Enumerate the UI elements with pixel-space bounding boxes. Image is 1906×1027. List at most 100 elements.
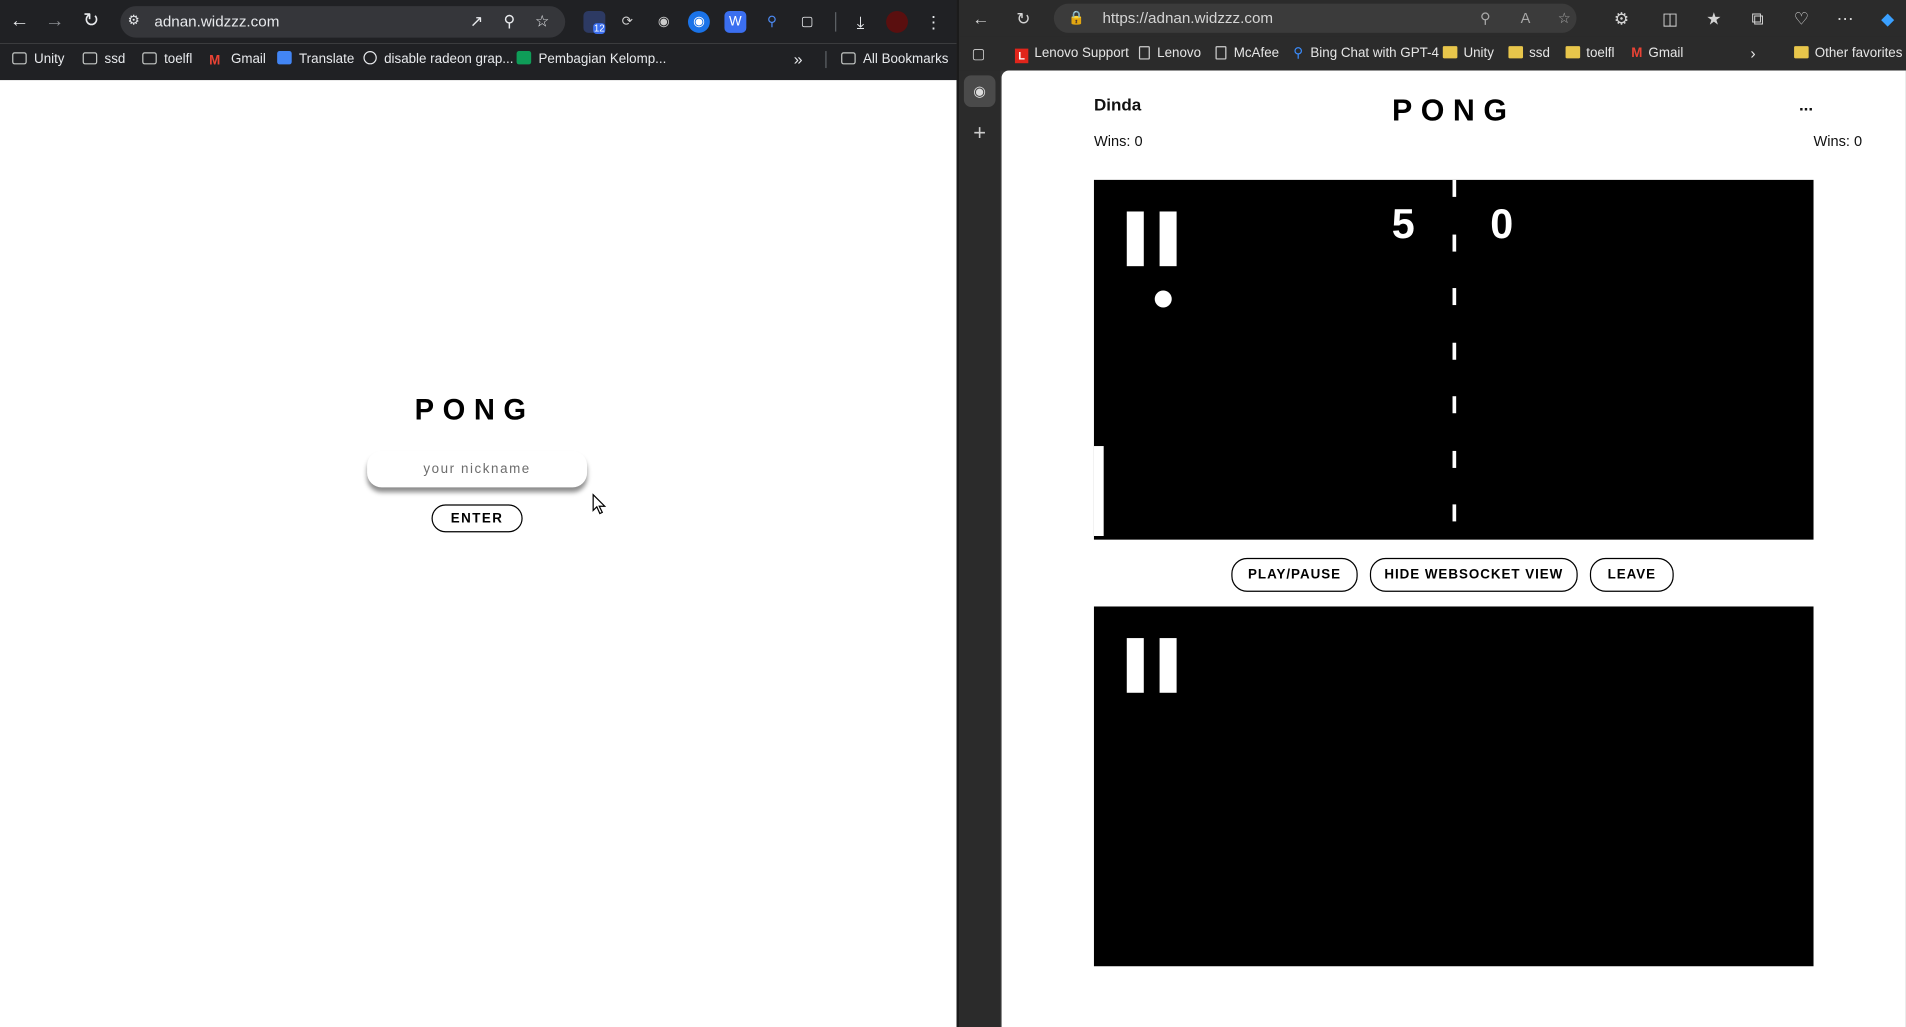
edge-address-bar[interactable]: 🔒 https://adnan.widzzz.com ⚲ A ☆	[1053, 3, 1577, 33]
gmail-icon: M	[1631, 46, 1643, 61]
bookmark-label: Lenovo Support	[1034, 46, 1129, 61]
download-icon[interactable]: ⤓	[850, 11, 872, 33]
bookmark-label: Pembagian Kelomp...	[538, 52, 667, 67]
zoom-icon[interactable]: ⚲	[498, 11, 520, 33]
all-bookmarks-label: All Bookmarks	[863, 52, 949, 67]
browser-essentials-icon[interactable]: ♡	[1789, 6, 1813, 30]
copilot-icon[interactable]: ◆	[1876, 6, 1900, 30]
play-pause-button[interactable]: PLAY/PAUSE	[1231, 557, 1358, 592]
extension-translate-icon[interactable]: W	[724, 10, 747, 33]
extension-calendar-icon[interactable]: 12	[583, 10, 606, 35]
hide-websocket-view-button[interactable]: HIDE WEBSOCKET VIEW	[1369, 557, 1578, 592]
camera-icon[interactable]: ◉	[653, 11, 675, 33]
favorite-star-icon[interactable]: ☆	[1553, 7, 1575, 29]
page-icon	[1138, 46, 1150, 60]
net-dash	[1452, 234, 1457, 252]
websocket-view-canvas	[1093, 606, 1814, 967]
bookmark-label: Gmail	[1648, 46, 1684, 61]
settings-more-icon[interactable]: ⋯	[1833, 6, 1857, 30]
screen: ← → ↻ ⚙ adnan.widzzz.com ↗ ⚲ ☆ 12 ⟳ ◉ ◉ …	[0, 0, 1906, 1027]
extension-blue-icon[interactable]: ◉	[687, 10, 710, 33]
bookmark-lenovo-support[interactable]: L Lenovo Support	[1014, 44, 1129, 64]
other-favorites-label: Other favorites	[1814, 46, 1903, 61]
extension-tool-icon[interactable]: ⟳	[616, 11, 638, 33]
bookmarks-divider	[825, 51, 827, 69]
game-canvas[interactable]: 5 0	[1093, 179, 1814, 540]
sheets-icon	[516, 51, 532, 65]
site-info-icon[interactable]: ⚙	[128, 12, 145, 29]
bookmark-gmail[interactable]: M Gmail	[209, 50, 266, 69]
bookmark-gmail[interactable]: M Gmail	[1631, 44, 1683, 63]
extension-search-icon[interactable]: ⚲	[761, 11, 783, 33]
center-net	[1452, 179, 1457, 540]
bookmark-ssd[interactable]: ssd	[82, 50, 125, 69]
net-dash	[1452, 504, 1457, 522]
tab-actions-icon[interactable]: ▢	[966, 41, 990, 65]
bookmark-mcafee[interactable]: McAfee	[1215, 44, 1280, 63]
bookmark-lenovo[interactable]: Lenovo	[1138, 44, 1202, 63]
folder-icon	[82, 52, 98, 65]
bookmark-label: ssd	[1529, 46, 1550, 61]
bookmark-toelfl[interactable]: toelfl	[1565, 44, 1614, 63]
bookmark-ssd[interactable]: ssd	[1508, 44, 1550, 63]
kebab-menu-icon[interactable]: ⋮	[923, 11, 945, 33]
bookmark-star-icon[interactable]: ☆	[531, 11, 553, 33]
more-menu-icon[interactable]: ...	[1799, 95, 1813, 114]
bookmark-toelfl[interactable]: toelfl	[142, 50, 192, 69]
game-page: Dinda PONG ... Wins: 0 Wins: 0 5 0 PLAY/…	[1001, 70, 1906, 1027]
other-favorites[interactable]: Other favorites	[1794, 44, 1902, 63]
score-left: 5	[1391, 201, 1415, 248]
bookmark-pembagian[interactable]: Pembagian Kelomp...	[516, 50, 667, 69]
address-bar[interactable]: ⚙ adnan.widzzz.com ↗ ⚲ ☆	[120, 6, 566, 38]
folder-icon	[1508, 46, 1524, 59]
folder-icon	[1442, 46, 1458, 59]
new-tab-plus-icon[interactable]: +	[964, 117, 996, 149]
bookmark-label: McAfee	[1233, 46, 1280, 61]
page-title: PONG	[1391, 93, 1516, 128]
extension-badge: 12	[592, 23, 606, 35]
lock-icon[interactable]: 🔒	[1068, 9, 1085, 28]
bookmark-bing-chat[interactable]: ⚲ Bing Chat with GPT-4	[1293, 44, 1439, 63]
zoom-out-icon[interactable]: ⚲	[1474, 7, 1496, 29]
back-arrow-icon[interactable]: ←	[969, 6, 993, 30]
edge-address-url[interactable]: https://adnan.widzzz.com	[1102, 9, 1273, 28]
all-bookmarks[interactable]: All Bookmarks	[841, 50, 948, 69]
open-in-app-icon[interactable]: ↗	[466, 11, 488, 33]
bookmark-disable-radeon[interactable]: disable radeon grap...	[363, 50, 513, 69]
bookmark-label: disable radeon grap...	[384, 52, 514, 67]
address-url[interactable]: adnan.widzzz.com	[154, 12, 279, 31]
profile-avatar[interactable]	[886, 10, 908, 33]
mouse-cursor-icon	[592, 493, 607, 515]
favorites-icon[interactable]: ★	[1702, 6, 1726, 30]
net-dash	[1452, 342, 1457, 360]
nickname-input[interactable]	[367, 450, 588, 488]
bookmark-label: Lenovo	[1157, 46, 1202, 61]
folder-icon	[1794, 46, 1809, 59]
leave-button[interactable]: LEAVE	[1589, 557, 1674, 592]
bookmark-unity[interactable]: Unity	[1442, 44, 1494, 63]
google-icon	[363, 51, 377, 65]
page-title: PONG	[414, 393, 535, 427]
refresh-icon[interactable]: ↻	[1011, 6, 1035, 30]
bookmark-unity[interactable]: Unity	[12, 50, 64, 69]
collections-icon[interactable]: ⧉	[1745, 6, 1769, 30]
edge-toolbar: ← ↻ 🔒 https://adnan.widzzz.com ⚲ A ☆ ⚙ ◫…	[959, 0, 1906, 37]
folder-icon	[12, 52, 27, 65]
extensions-puzzle-icon[interactable]: ▢	[796, 11, 818, 33]
net-dash	[1452, 288, 1457, 306]
split-screen-icon[interactable]: ◫	[1658, 6, 1682, 30]
forward-arrow-icon[interactable]: →	[43, 10, 67, 34]
bookmarks-overflow-icon[interactable]: »	[794, 50, 803, 69]
extensions-icon[interactable]: ⚙	[1609, 6, 1633, 30]
bookmark-translate[interactable]: Translate	[277, 50, 354, 69]
chrome-toolbar: ← → ↻ ⚙ adnan.widzzz.com ↗ ⚲ ☆ 12 ⟳ ◉ ◉ …	[0, 0, 957, 44]
vertical-tab-strip: ◉ +	[959, 70, 1001, 1027]
login-page: PONG ENTER	[0, 80, 957, 1027]
active-tab-icon[interactable]: ◉	[963, 75, 996, 107]
back-arrow-icon[interactable]: ←	[7, 10, 31, 34]
bookmark-label: toelfl	[164, 52, 193, 67]
reload-icon[interactable]: ↻	[79, 10, 103, 34]
read-aloud-icon[interactable]: A	[1515, 7, 1537, 29]
enter-button[interactable]: ENTER	[431, 504, 523, 533]
favorites-overflow-chevron-icon[interactable]: ›	[1750, 44, 1755, 63]
